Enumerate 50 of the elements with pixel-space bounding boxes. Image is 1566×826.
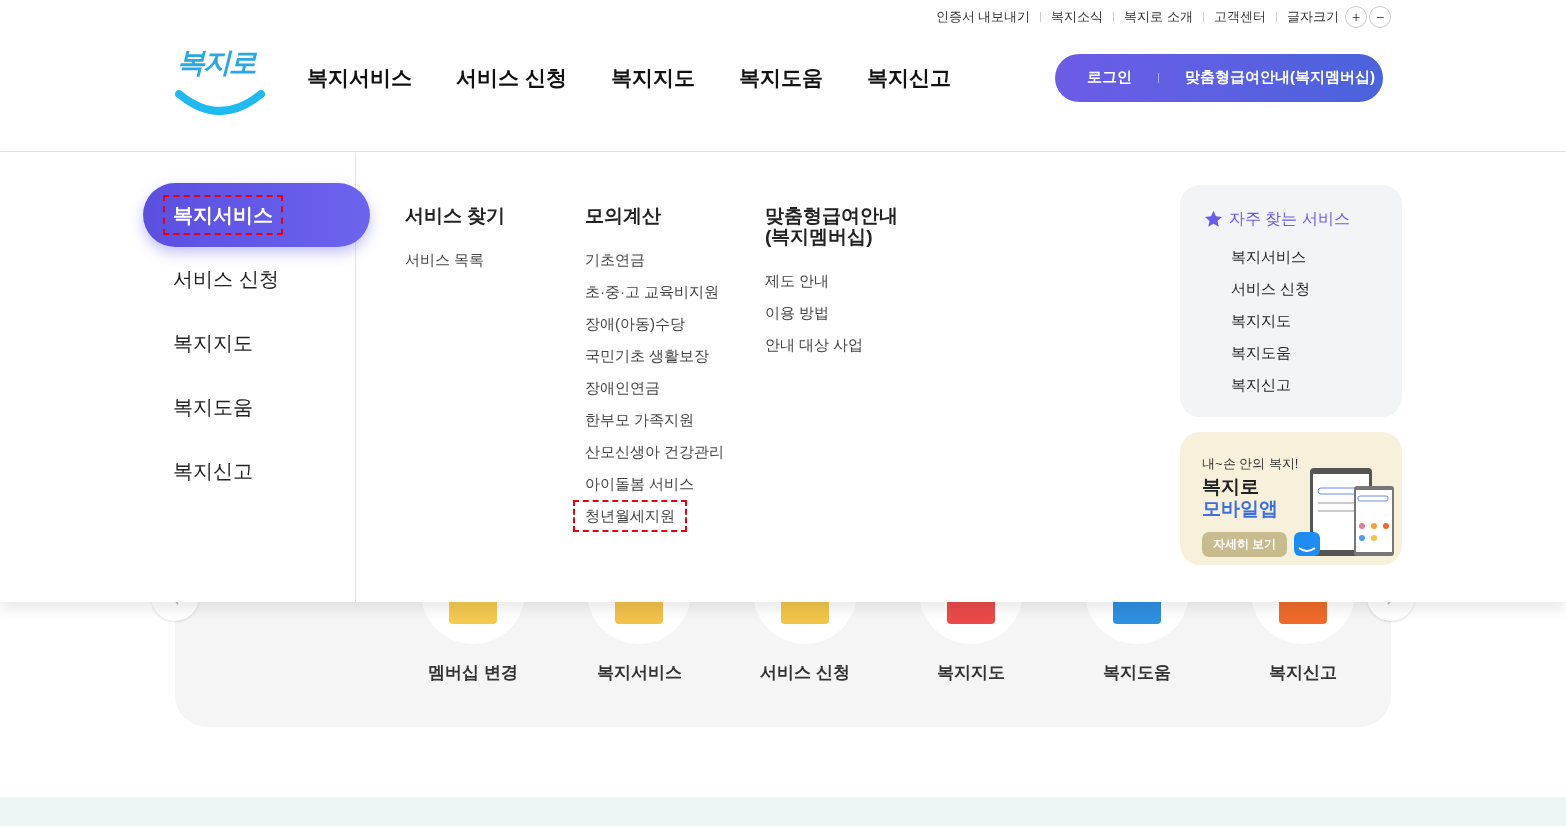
banner-title: 모바일앱 <box>1202 497 1278 520</box>
frequent-services-title: 자주 찾는 서비스 <box>1229 209 1350 229</box>
menu-link[interactable]: 국민기초 생활보장 <box>585 340 710 372</box>
banner-tagline: 내~손 안의 복지! <box>1202 455 1299 473</box>
menu-link[interactable]: 안내 대상 사업 <box>765 329 864 361</box>
main-nav-item[interactable]: 서비스 신청 <box>456 61 567 94</box>
side-menu-item[interactable]: 복지지도 <box>143 311 370 375</box>
quick-menu-label: 복지지도 <box>937 662 1005 684</box>
menu-column-heading: 맞춤형급여안내(복지멤버십) <box>765 205 899 247</box>
menu-link[interactable]: 산모신생아 건강관리 <box>585 436 725 468</box>
menu-link[interactable]: 초·중·고 교육비지원 <box>585 276 720 308</box>
quick-menu-label: 복지신고 <box>1269 662 1337 684</box>
frequent-service-link[interactable]: 서비스 신청 <box>1231 277 1311 301</box>
frequent-service-link[interactable]: 복지지도 <box>1231 309 1291 333</box>
menu-link[interactable]: 아이돌봄 서비스 <box>585 468 695 500</box>
frequent-service-link[interactable]: 복지신고 <box>1231 373 1291 397</box>
menu-column-heading: 서비스 찾기 <box>405 205 507 226</box>
font-size-label: 글자크기 <box>1287 8 1339 27</box>
menu-link[interactable]: 제도 안내 <box>765 265 830 297</box>
side-menu-item[interactable]: 복지서비스 <box>143 183 370 247</box>
menu-link[interactable]: 서비스 목록 <box>405 244 485 276</box>
quick-menu-label: 복지도움 <box>1103 662 1171 684</box>
frequent-service-link[interactable]: 복지도움 <box>1231 341 1291 365</box>
menu-link[interactable]: 장애인연금 <box>585 372 660 404</box>
main-nav-item[interactable]: 복지도움 <box>738 61 823 94</box>
membership-link[interactable]: 맞춤형급여안내(복지멤버십) <box>1185 66 1375 89</box>
frequent-service-link[interactable]: 복지서비스 <box>1231 245 1306 269</box>
login-link[interactable]: 로그인 <box>1087 66 1132 89</box>
menu-link[interactable]: 한부모 가족지원 <box>585 404 695 436</box>
side-menu-item[interactable]: 복지신고 <box>143 439 370 503</box>
banner-title: 복지로 <box>1202 475 1259 498</box>
menu-column-heading: 모의계산 <box>585 205 662 226</box>
menu-link[interactable]: 장애(아동)수당 <box>585 308 685 340</box>
side-menu-item[interactable]: 복지도움 <box>143 375 370 439</box>
main-nav-item[interactable]: 복지신고 <box>866 61 951 94</box>
utility-link[interactable]: 고객센터 <box>1214 7 1266 27</box>
utility-link[interactable]: 복지로 소개 <box>1124 7 1193 27</box>
quick-menu-label: 멤버십 변경 <box>428 662 518 684</box>
quick-menu-label: 서비스 신청 <box>760 662 850 684</box>
menu-link[interactable]: 기초연금 <box>585 244 645 276</box>
quick-menu-label: 복지서비스 <box>596 662 682 684</box>
app-banner[interactable]: 내~손 안의 복지! 복지로 모바일앱 자세히 보기 <box>1180 432 1402 565</box>
utility-link[interactable]: 인증서 내보내기 <box>935 7 1031 27</box>
utility-link[interactable]: 복지소식 <box>1051 7 1104 27</box>
star-icon <box>1204 210 1223 228</box>
menu-link[interactable]: 이용 방법 <box>765 297 830 329</box>
side-menu-item[interactable]: 서비스 신청 <box>143 247 370 311</box>
main-nav-item[interactable]: 복지지도 <box>610 61 695 94</box>
menu-link[interactable]: 청년월세지원 <box>573 500 687 532</box>
main-nav-item[interactable]: 복지서비스 <box>307 61 412 94</box>
